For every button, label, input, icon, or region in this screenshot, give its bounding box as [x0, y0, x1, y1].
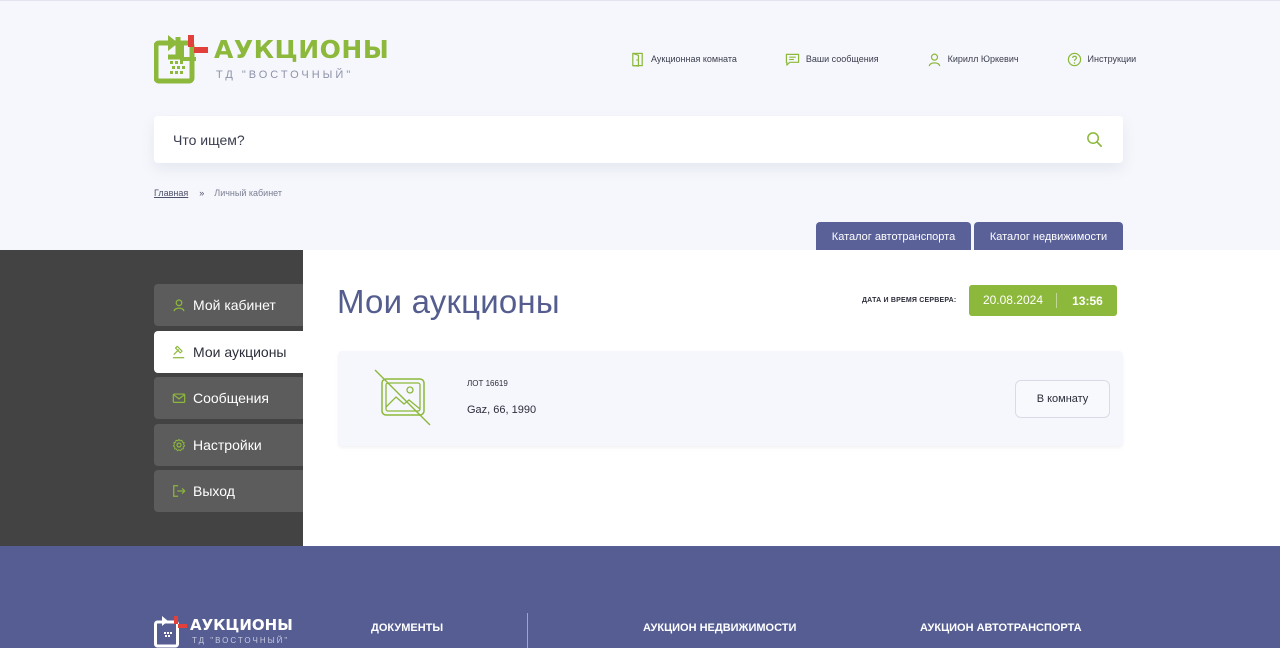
footer-logo-title: АУКЦИОНЫ [190, 616, 293, 634]
footer-heading-realty[interactable]: АУКЦИОН НЕДВИЖИМОСТИ [643, 622, 796, 634]
help-icon [1067, 52, 1081, 66]
user-icon [928, 53, 940, 66]
mail-icon [172, 393, 186, 403]
lot-name[interactable]: Gaz, 66, 1990 [467, 404, 536, 416]
sidebar-item-messages[interactable]: Сообщения [154, 377, 303, 419]
logo-subtitle: ТД "ВОСТОЧНЫЙ" [216, 69, 354, 81]
chat-icon [785, 53, 800, 66]
nav-user-label: Кирилл Юркевич [947, 54, 1019, 64]
server-datetime: ДАТА И ВРЕМЯ СЕРВЕРА: 20.08.2024 13:56 [862, 285, 1118, 316]
sidebar-item-label: Мои аукционы [193, 343, 287, 360]
nav-instructions-label: Инструкции [1087, 54, 1137, 64]
logo-title: АУКЦИОНЫ [214, 35, 390, 64]
search-icon[interactable] [1086, 131, 1103, 148]
tab-vehicle-catalog[interactable]: Каталог автотранспорта [816, 222, 971, 251]
sidebar-item-label: Выход [193, 483, 235, 499]
breadcrumb: Главная » Личный кабинет [154, 188, 282, 198]
server-time: 13:56 [1072, 293, 1103, 308]
nav-messages[interactable]: Ваши сообщения [785, 50, 879, 68]
top-navigation: Аукционная комната Ваши сообщения Кирилл… [630, 50, 1136, 68]
sidebar-item-my-cabinet[interactable]: Мой кабинет [154, 284, 303, 326]
logout-icon [173, 485, 186, 497]
breadcrumb-home-link[interactable]: Главная [154, 188, 188, 198]
sidebar-item-my-auctions[interactable]: Мои аукционы [154, 330, 303, 373]
sidebar-menu: Мой кабинет Мои аукционы Сообщения Настр… [154, 284, 303, 517]
footer-heading-documents[interactable]: ДОКУМЕНТЫ [371, 622, 443, 634]
nav-auction-room-label: Аукционная комната [651, 54, 737, 64]
enter-room-button[interactable]: В комнату [1015, 380, 1110, 418]
gear-icon [172, 438, 186, 451]
footer-logo-subtitle: ТД "ВОСТОЧНЫЙ" [192, 636, 290, 645]
user-icon [173, 299, 185, 312]
search-bar [154, 116, 1123, 163]
breadcrumb-separator: » [199, 188, 205, 198]
breadcrumb-current: Личный кабинет [214, 188, 282, 198]
lot-card: ЛОТ 16619 Gaz, 66, 1990 В комнату [338, 351, 1123, 446]
catalog-tabs: Каталог автотранспорта Каталог недвижимо… [816, 222, 1123, 251]
logo-mark-icon [154, 616, 187, 648]
site-logo[interactable]: АУКЦИОНЫ ТД "ВОСТОЧНЫЙ" [154, 27, 404, 87]
sidebar-item-label: Настройки [193, 436, 262, 453]
footer-divider [527, 613, 528, 648]
server-date: 20.08.2024 [969, 293, 1058, 308]
lot-number: ЛОТ 16619 [467, 379, 508, 388]
logo-mark-icon [154, 35, 208, 84]
footer-logo[interactable]: АУКЦИОНЫ ТД "ВОСТОЧНЫЙ" [154, 614, 304, 648]
header-area: АУКЦИОНЫ ТД "ВОСТОЧНЫЙ" Аукционная комна… [0, 0, 1280, 251]
sidebar-item-logout[interactable]: Выход [154, 470, 303, 512]
sidebar-item-label: Сообщения [193, 390, 269, 406]
server-datetime-badge: 20.08.2024 13:56 [969, 285, 1118, 316]
no-image-icon [374, 369, 431, 426]
nav-instructions[interactable]: Инструкции [1067, 50, 1137, 68]
nav-messages-label: Ваши сообщения [805, 54, 879, 64]
sidebar-item-label: Мой кабинет [193, 297, 276, 313]
footer-heading-vehicles[interactable]: АУКЦИОН АВТОТРАНСПОРТА [920, 622, 1082, 634]
search-input[interactable] [173, 128, 1073, 152]
tab-realty-catalog[interactable]: Каталог недвижимости [974, 222, 1123, 251]
nav-auction-room[interactable]: Аукционная комната [630, 50, 737, 68]
nav-user-profile[interactable]: Кирилл Юркевич [927, 50, 1019, 68]
server-datetime-label: ДАТА И ВРЕМЯ СЕРВЕРА: [862, 297, 957, 304]
door-icon [632, 52, 643, 67]
page-title: Мои аукционы [337, 283, 560, 320]
sidebar-item-settings[interactable]: Настройки [154, 423, 303, 466]
gavel-icon [172, 345, 185, 358]
